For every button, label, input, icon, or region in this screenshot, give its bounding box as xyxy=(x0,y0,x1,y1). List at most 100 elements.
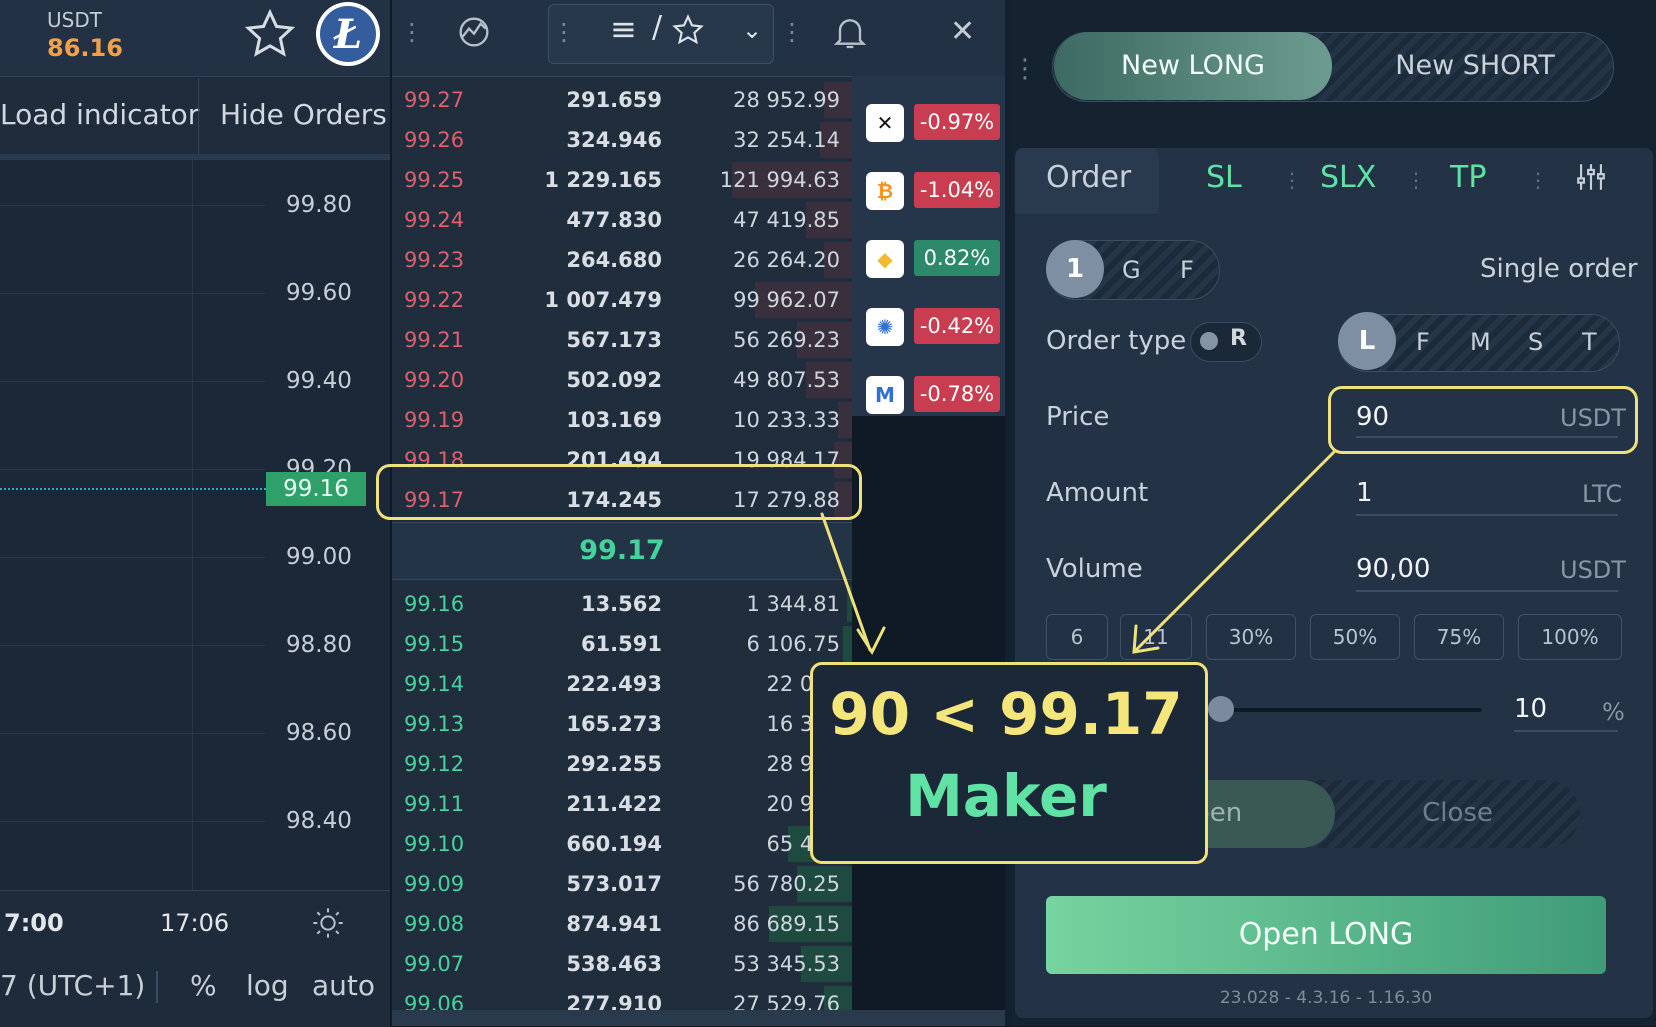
watchlist-item[interactable]: M -0.78% xyxy=(860,362,1000,424)
watchlist-item[interactable]: ✺ -0.42% xyxy=(860,294,1000,356)
slider-value-input[interactable]: 10 xyxy=(1514,694,1547,724)
favorite-star-icon[interactable] xyxy=(244,8,296,60)
bid-row[interactable]: 99.13 165.273 16 383 xyxy=(392,704,852,744)
order-type-f[interactable]: F xyxy=(1416,328,1430,356)
bid-row[interactable]: 99.10 660.194 65 425 xyxy=(392,824,852,864)
timezone-button[interactable]: 7 (UTC+1) xyxy=(0,969,145,1002)
quick-amount-button[interactable]: 11 xyxy=(1120,614,1192,660)
bid-row[interactable]: 99.11 211.422 20 954 xyxy=(392,784,852,824)
price-change-badge: -1.04% xyxy=(914,172,1000,208)
quick-percent-button[interactable]: 50% xyxy=(1310,614,1400,660)
volume-input[interactable]: 90,00 xyxy=(1356,554,1430,584)
y-axis-tick: 98.60 xyxy=(286,720,352,746)
hide-orders-button[interactable]: Hide Orders xyxy=(220,98,387,131)
orderbook-total: 32 254.14 xyxy=(733,128,840,152)
ask-row[interactable]: 99.25 1 229.165 121 994.63 xyxy=(392,160,852,200)
order-type-stop[interactable]: S xyxy=(1528,328,1543,356)
tab-separator: ⋮ xyxy=(1528,168,1548,192)
bid-row[interactable]: 99.09 573.017 56 780.25 xyxy=(392,864,852,904)
amount-input[interactable]: 1 xyxy=(1356,478,1373,508)
orderbook-price: 99.07 xyxy=(404,952,465,976)
orderbook-total: 6 106.75 xyxy=(746,632,840,656)
slider-value-underline xyxy=(1514,730,1618,732)
log-scale-button[interactable]: log xyxy=(246,969,289,1002)
leverage-slider-track[interactable] xyxy=(1220,708,1482,712)
new-short-button[interactable]: New SHORT xyxy=(1345,32,1605,100)
order-type-market[interactable]: M xyxy=(1470,328,1491,356)
quote-label: USDT xyxy=(47,8,102,32)
ask-row[interactable]: 99.27 291.659 28 952.99 xyxy=(392,80,852,120)
tab-tp[interactable]: TP xyxy=(1450,160,1486,195)
chart-analysis-icon[interactable] xyxy=(454,12,494,52)
mode-single-button[interactable]: 1 xyxy=(1046,240,1104,298)
order-type-trailing[interactable]: T xyxy=(1582,328,1597,356)
binance-icon: ◆ xyxy=(866,240,904,278)
highlighted-ask-row xyxy=(376,464,862,520)
bid-row[interactable]: 99.08 874.941 86 689.15 xyxy=(392,904,852,944)
mode-grid-button[interactable]: G xyxy=(1122,256,1141,284)
tab-slx[interactable]: SLX xyxy=(1320,160,1376,195)
bid-row[interactable]: 99.12 292.255 28 968 xyxy=(392,744,852,784)
order-type-limit[interactable]: L xyxy=(1338,312,1396,370)
orderbook-total: 28 952.99 xyxy=(733,88,840,112)
orderbook-amount: 502.092 xyxy=(566,368,662,392)
price-label: Price xyxy=(1046,402,1110,432)
ask-row[interactable]: 99.22 1 007.479 99 962.07 xyxy=(392,280,852,320)
drag-handle-icon[interactable]: ⋮ xyxy=(1012,54,1038,84)
ask-row[interactable]: 99.24 477.830 47 419.85 xyxy=(392,200,852,240)
time-label: 17:06 xyxy=(160,909,230,937)
ask-row[interactable]: 99.23 264.680 26 264.20 xyxy=(392,240,852,280)
drag-handle-icon[interactable]: ⋮ xyxy=(780,18,804,46)
y-axis-tick: 98.80 xyxy=(286,632,352,658)
orderbook-price: 99.12 xyxy=(404,752,465,776)
tab-sl[interactable]: SL xyxy=(1206,160,1242,195)
close-icon[interactable]: ✕ xyxy=(950,14,975,49)
chevron-down-icon[interactable]: ⌄ xyxy=(742,16,762,44)
orderbook-total: 56 780.25 xyxy=(733,872,840,896)
bid-row[interactable]: 99.07 538.463 53 345.53 xyxy=(392,944,852,984)
arrow-head xyxy=(856,626,886,656)
bid-row[interactable]: 99.14 222.493 22 057 xyxy=(392,664,852,704)
tab-order[interactable]: Order xyxy=(1046,160,1131,195)
close-position-button[interactable]: Close xyxy=(1335,798,1580,828)
quick-percent-button[interactable]: 100% xyxy=(1518,614,1622,660)
orderbook-price: 99.13 xyxy=(404,712,465,736)
new-long-button[interactable]: New LONG xyxy=(1054,32,1332,100)
horizontal-scrollbar[interactable] xyxy=(392,1010,1007,1026)
current-price-tag: 99.16 xyxy=(266,472,366,506)
ask-row[interactable]: 99.20 502.092 49 807.53 xyxy=(392,360,852,400)
quick-amount-button[interactable]: 6 xyxy=(1046,614,1108,660)
drag-handle-icon[interactable]: ⋮ xyxy=(400,18,424,46)
bid-row[interactable]: 99.16 13.562 1 344.81 xyxy=(392,584,852,624)
price-input[interactable]: 90 xyxy=(1356,402,1389,432)
quick-percent-button[interactable]: 30% xyxy=(1206,614,1296,660)
depth-bar xyxy=(847,586,852,622)
bell-icon[interactable] xyxy=(830,12,870,52)
watchlist-item[interactable]: ₿ -1.04% xyxy=(860,158,1000,220)
orderbook-price: 99.20 xyxy=(404,368,465,392)
tab-separator: ⋮ xyxy=(1406,168,1426,192)
settings-sun-icon[interactable] xyxy=(312,907,344,939)
orderbook-total: 1 344.81 xyxy=(746,592,840,616)
mode-f-button[interactable]: F xyxy=(1180,256,1194,284)
ask-row[interactable]: 99.21 567.173 56 269.23 xyxy=(392,320,852,360)
load-indicator-button[interactable]: Load indicator xyxy=(0,98,199,131)
percent-scale-button[interactable]: % xyxy=(190,969,217,1002)
bid-row[interactable]: 99.15 61.591 6 106.75 xyxy=(392,624,852,664)
open-long-button[interactable]: Open LONG xyxy=(1046,896,1606,974)
selector-separator: / xyxy=(652,10,663,45)
time-label: 7:00 xyxy=(4,909,64,937)
chart-gridline xyxy=(0,557,265,558)
drag-handle-icon[interactable]: ⋮ xyxy=(552,18,576,46)
leverage-slider-handle[interactable] xyxy=(1208,696,1234,722)
watchlist-item[interactable]: ◆ 0.82% xyxy=(860,226,1000,288)
quick-percent-button[interactable]: 75% xyxy=(1414,614,1504,660)
separator xyxy=(156,971,158,1003)
watchlist-item[interactable]: ✕ -0.97% xyxy=(860,90,1000,152)
ask-row[interactable]: 99.19 103.169 10 233.33 xyxy=(392,400,852,440)
volume-unit: USDT xyxy=(1560,556,1626,584)
orderbook-total: 49 807.53 xyxy=(733,368,840,392)
sliders-settings-icon[interactable] xyxy=(1574,160,1608,194)
ask-row[interactable]: 99.26 324.946 32 254.14 xyxy=(392,120,852,160)
auto-scale-button[interactable]: auto xyxy=(312,969,375,1002)
